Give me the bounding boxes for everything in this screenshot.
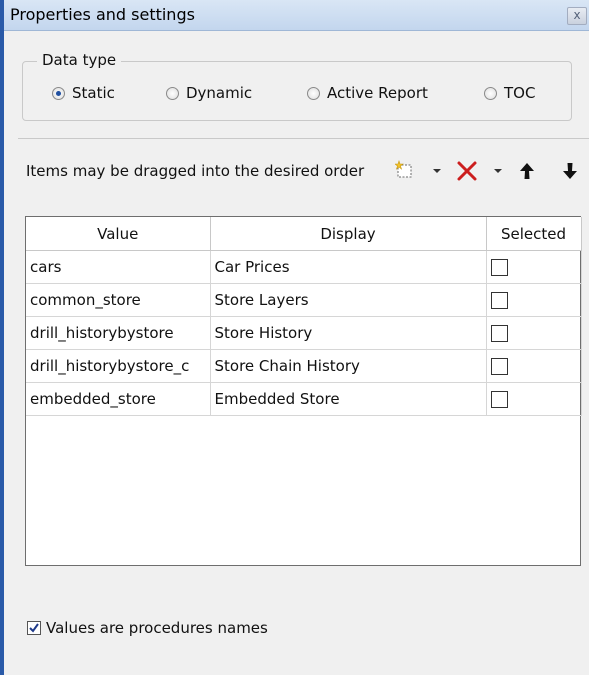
cell-display[interactable]: Car Prices	[210, 250, 487, 284]
radio-static-indicator[interactable]	[52, 86, 65, 100]
drag-hint: Items may be dragged into the desired or…	[26, 162, 365, 180]
cell-value[interactable]: cars	[26, 250, 211, 284]
column-header-value[interactable]: Value	[26, 217, 211, 251]
radio-dynamic-label: Dynamic	[186, 84, 253, 102]
values-table: Value Display Selected cars Car Prices c…	[26, 217, 582, 416]
cell-selected	[486, 349, 582, 383]
radio-dynamic[interactable]: Dynamic	[166, 83, 252, 103]
selected-checkbox[interactable]	[490, 292, 508, 309]
grid-header-row: Value Display Selected	[26, 217, 582, 251]
titlebar: Properties and settings x	[4, 0, 589, 31]
column-header-display[interactable]: Display	[210, 217, 487, 251]
cell-display[interactable]: Embedded Store	[210, 382, 487, 416]
cell-selected	[486, 382, 582, 416]
checkmark-icon	[29, 623, 39, 633]
procedures-names-checkbox[interactable]	[27, 621, 41, 635]
properties-panel: Properties and settings x Data type Stat…	[0, 0, 589, 675]
table-row[interactable]: drill_historybystore Store History	[26, 316, 582, 350]
cell-selected	[486, 316, 582, 350]
radio-active-report-indicator[interactable]	[307, 86, 320, 100]
values-grid: Value Display Selected cars Car Prices c…	[25, 216, 582, 566]
table-row[interactable]: drill_historybystore_c Store Chain Histo…	[26, 349, 582, 383]
radio-dynamic-indicator[interactable]	[166, 86, 179, 100]
data-type-legend: Data type	[37, 51, 122, 69]
close-icon[interactable]: x	[567, 7, 587, 25]
selected-checkbox[interactable]	[490, 325, 508, 342]
cell-display[interactable]: Store Chain History	[210, 349, 487, 383]
cell-display[interactable]: Store History	[210, 316, 487, 350]
cell-value[interactable]: drill_historybystore_c	[26, 349, 211, 383]
table-row[interactable]: common_store Store Layers	[26, 283, 582, 317]
radio-toc-label: TOC	[504, 84, 536, 102]
radio-static[interactable]: Static	[52, 83, 115, 103]
radio-active-report[interactable]: Active Report	[307, 83, 428, 103]
column-header-selected[interactable]: Selected	[486, 217, 582, 251]
cell-value[interactable]: common_store	[26, 283, 211, 317]
cell-value[interactable]: drill_historybystore	[26, 316, 211, 350]
procedures-names-label: Values are procedures names	[46, 619, 268, 637]
table-row[interactable]: cars Car Prices	[26, 250, 582, 284]
delete-dropdown-arrow-icon[interactable]	[491, 160, 505, 180]
radio-toc[interactable]: TOC	[484, 83, 535, 103]
table-row[interactable]: embedded_store Embedded Store	[26, 382, 582, 416]
delete-icon[interactable]	[456, 160, 478, 182]
new-item-icon[interactable]	[395, 160, 415, 180]
cell-selected	[486, 250, 582, 284]
selected-checkbox[interactable]	[490, 259, 508, 276]
new-item-dropdown-arrow-icon[interactable]	[430, 160, 444, 180]
selected-checkbox[interactable]	[490, 358, 508, 375]
selected-checkbox[interactable]	[490, 391, 508, 408]
radio-static-label: Static	[72, 84, 115, 102]
radio-active-report-label: Active Report	[327, 84, 428, 102]
window-left-edge	[0, 0, 4, 675]
radio-toc-indicator[interactable]	[484, 86, 497, 100]
cell-value[interactable]: embedded_store	[26, 382, 211, 416]
window-title: Properties and settings	[10, 5, 195, 24]
cell-display[interactable]: Store Layers	[210, 283, 487, 317]
cell-selected	[486, 283, 582, 317]
move-down-icon[interactable]	[561, 160, 579, 182]
move-up-icon[interactable]	[518, 160, 536, 182]
